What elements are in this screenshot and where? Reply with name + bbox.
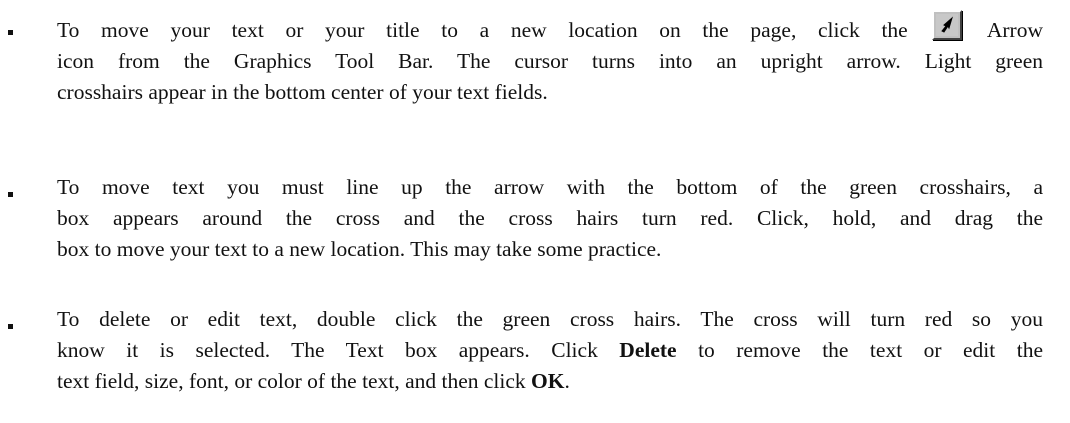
bullet-marker — [8, 324, 13, 329]
text-line: To delete or edit text, double click the… — [57, 307, 1043, 331]
text-segment: To move your text or your title to a new… — [57, 18, 908, 42]
delete-keyword: Delete — [619, 338, 677, 362]
bullet-text: To delete or edit text, double click the… — [57, 304, 1043, 397]
text-line: To move your text or your title to a new… — [57, 10, 1043, 46]
text-segment: text field, size, font, or color of the … — [57, 369, 526, 393]
text-line: box appears around the cross and the cro… — [57, 206, 1043, 230]
text-line: icon from the Graphics Tool Bar. The cur… — [57, 49, 1043, 73]
bullet-text: To move your text or your title to a new… — [57, 10, 1043, 108]
text-line: text field, size, font, or color of the … — [57, 366, 1043, 397]
arrow-tool-icon — [932, 10, 963, 40]
text-line: box to move your text to a new location.… — [57, 237, 662, 261]
text-segment: to remove the text or edit the — [698, 338, 1043, 362]
bullet-marker — [8, 30, 13, 35]
text-segment: . — [564, 369, 570, 393]
bullet-marker — [8, 192, 13, 197]
text-segment: know it is selected. The Text box appear… — [57, 338, 598, 362]
text-segment: Arrow — [986, 18, 1043, 42]
text-line: crosshairs appear in the bottom center o… — [57, 80, 548, 104]
text-line: know it is selected. The Text box appear… — [57, 335, 1043, 366]
bullet-text: To move text you must line up the arrow … — [57, 172, 1043, 265]
ok-keyword: OK — [531, 369, 565, 393]
text-line: To move text you must line up the arrow … — [57, 175, 1043, 199]
document-page: To move your text or your title to a new… — [0, 0, 1070, 423]
